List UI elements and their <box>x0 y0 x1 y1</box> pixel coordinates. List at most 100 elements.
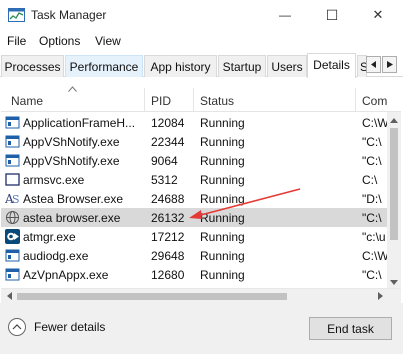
process-status: Running <box>200 116 245 130</box>
process-pid: 17212 <box>151 230 185 244</box>
table-header: Name PID Status Com <box>1 88 401 112</box>
process-name: AppVShNotify.exe <box>23 135 120 149</box>
scroll-up-arrow-icon[interactable] <box>389 115 399 125</box>
column-header-name[interactable]: Name <box>11 94 43 108</box>
minimize-icon: — <box>279 8 291 22</box>
horizontal-scroll-thumb[interactable] <box>17 293 287 300</box>
end-task-button[interactable]: End task <box>309 317 392 340</box>
app-window-icon <box>5 248 20 263</box>
process-name: armsvc.exe <box>23 173 85 187</box>
minimize-button[interactable]: — <box>262 0 308 30</box>
scroll-left-arrow-icon[interactable] <box>4 291 14 301</box>
process-command-line: "C:\ <box>362 268 382 282</box>
table-row[interactable]: atmgr.exe 17212 Running "c:\u <box>1 227 387 246</box>
table-row[interactable]: audiodg.exe 29648 Running C:\W <box>1 246 389 265</box>
table-row[interactable]: A S Astea Browser.exe 24688 Running "D:\ <box>1 189 387 208</box>
process-command-line: C:\W <box>362 249 389 263</box>
process-status: Running <box>200 230 245 244</box>
process-pid: 9064 <box>151 154 178 168</box>
footer-bar: Fewer details End task <box>0 303 403 354</box>
svg-text:S: S <box>12 193 20 206</box>
triangle-left-icon <box>370 61 376 68</box>
column-divider[interactable] <box>144 88 145 112</box>
task-manager-icon <box>8 8 25 22</box>
details-table: Name PID Status Com ApplicationFrameH...… <box>1 78 401 290</box>
app-window-icon <box>5 153 20 168</box>
sort-ascending-icon <box>68 86 77 92</box>
tab-details[interactable]: Details <box>307 53 356 78</box>
tab-processes[interactable]: Processes <box>1 55 64 77</box>
process-name: AzVpnAppx.exe <box>23 268 109 282</box>
process-command-line: "D:\ <box>362 192 382 206</box>
close-button[interactable]: ✕ <box>355 0 401 30</box>
tab-users[interactable]: Users <box>267 55 307 77</box>
app-window-icon <box>5 115 20 130</box>
process-pid: 26132 <box>151 211 185 225</box>
process-name: audiodg.exe <box>23 249 89 263</box>
scroll-right-arrow-icon[interactable] <box>375 291 385 301</box>
astea-globe-icon <box>5 210 20 225</box>
process-status: Running <box>200 249 245 263</box>
tab-performance[interactable]: Performance <box>65 55 143 77</box>
process-name: Astea Browser.exe <box>23 192 124 206</box>
column-divider[interactable] <box>355 88 356 112</box>
column-header-pid[interactable]: PID <box>151 94 171 108</box>
process-status: Running <box>200 268 245 282</box>
column-divider[interactable] <box>193 88 194 112</box>
scroll-down-arrow-icon[interactable] <box>389 277 399 287</box>
menu-file[interactable]: File <box>7 34 26 48</box>
process-name: astea browser.exe <box>23 211 121 225</box>
process-command-line: "C:\ <box>362 154 382 168</box>
tab-app-history[interactable]: App history <box>144 55 217 77</box>
process-name: AppVShNotify.exe <box>23 154 120 168</box>
fewer-details-toggle[interactable]: Fewer details <box>8 318 105 336</box>
process-pid: 12680 <box>151 268 185 282</box>
process-status: Running <box>200 211 245 225</box>
process-status: Running <box>200 135 245 149</box>
process-pid: 22344 <box>151 135 185 149</box>
process-command-line: "c:\u <box>362 230 386 244</box>
app-window-icon <box>5 134 20 149</box>
tab-startup[interactable]: Startup <box>218 55 266 77</box>
table-row[interactable]: AppVShNotify.exe 9064 Running "C:\ <box>1 151 387 170</box>
triangle-right-icon <box>386 61 393 68</box>
astea-logo-icon: AS <box>4 191 20 206</box>
horizontal-scrollbar[interactable] <box>1 288 401 303</box>
process-status: Running <box>200 192 245 206</box>
process-command-line: "C:\ <box>362 211 382 225</box>
maximize-button[interactable]: ☐ <box>309 0 355 30</box>
menu-options[interactable]: Options <box>39 34 80 48</box>
chevron-up-icon <box>8 318 26 336</box>
menu-bar: File Options View <box>0 30 403 52</box>
window-title: Task Manager <box>31 8 107 22</box>
app-window-icon <box>5 267 20 282</box>
maximize-icon: ☐ <box>325 6 339 23</box>
process-command-line: C:\W <box>362 116 389 130</box>
column-header-status[interactable]: Status <box>200 94 234 108</box>
blank-window-icon <box>5 172 20 187</box>
process-name: ApplicationFrameH... <box>23 116 136 130</box>
vertical-scrollbar[interactable] <box>387 112 401 290</box>
table-row[interactable]: ApplicationFrameH... 12084 Running C:\W <box>1 113 389 132</box>
close-icon: ✕ <box>372 7 384 22</box>
process-pid: 29648 <box>151 249 185 263</box>
table-row[interactable]: armsvc.exe 5312 Running C:\ <box>1 170 387 189</box>
menu-view[interactable]: View <box>95 34 121 48</box>
process-status: Running <box>200 154 245 168</box>
table-row[interactable]: astea browser.exe 26132 Running "C:\ <box>1 208 387 227</box>
process-command-line: C:\ <box>362 173 378 187</box>
process-command-line: "C:\ <box>362 135 382 149</box>
process-status: Running <box>200 173 245 187</box>
fewer-details-label[interactable]: Fewer details <box>34 320 105 334</box>
tab-scroll-left-button[interactable] <box>366 56 381 73</box>
tab-scroll-right-button[interactable] <box>382 56 397 73</box>
process-pid: 12084 <box>151 116 185 130</box>
process-pid: 5312 <box>151 173 178 187</box>
atmgr-icon <box>5 229 20 244</box>
title-bar: Task Manager — ☐ ✕ <box>0 0 403 30</box>
tab-strip: Processes Performance App history Startu… <box>0 53 403 78</box>
vertical-scroll-thumb[interactable] <box>390 128 398 240</box>
column-header-command-line[interactable]: Com <box>362 94 387 108</box>
table-row[interactable]: AppVShNotify.exe 22344 Running "C:\ <box>1 132 387 151</box>
table-row[interactable]: AzVpnAppx.exe 12680 Running "C:\ <box>1 265 387 284</box>
